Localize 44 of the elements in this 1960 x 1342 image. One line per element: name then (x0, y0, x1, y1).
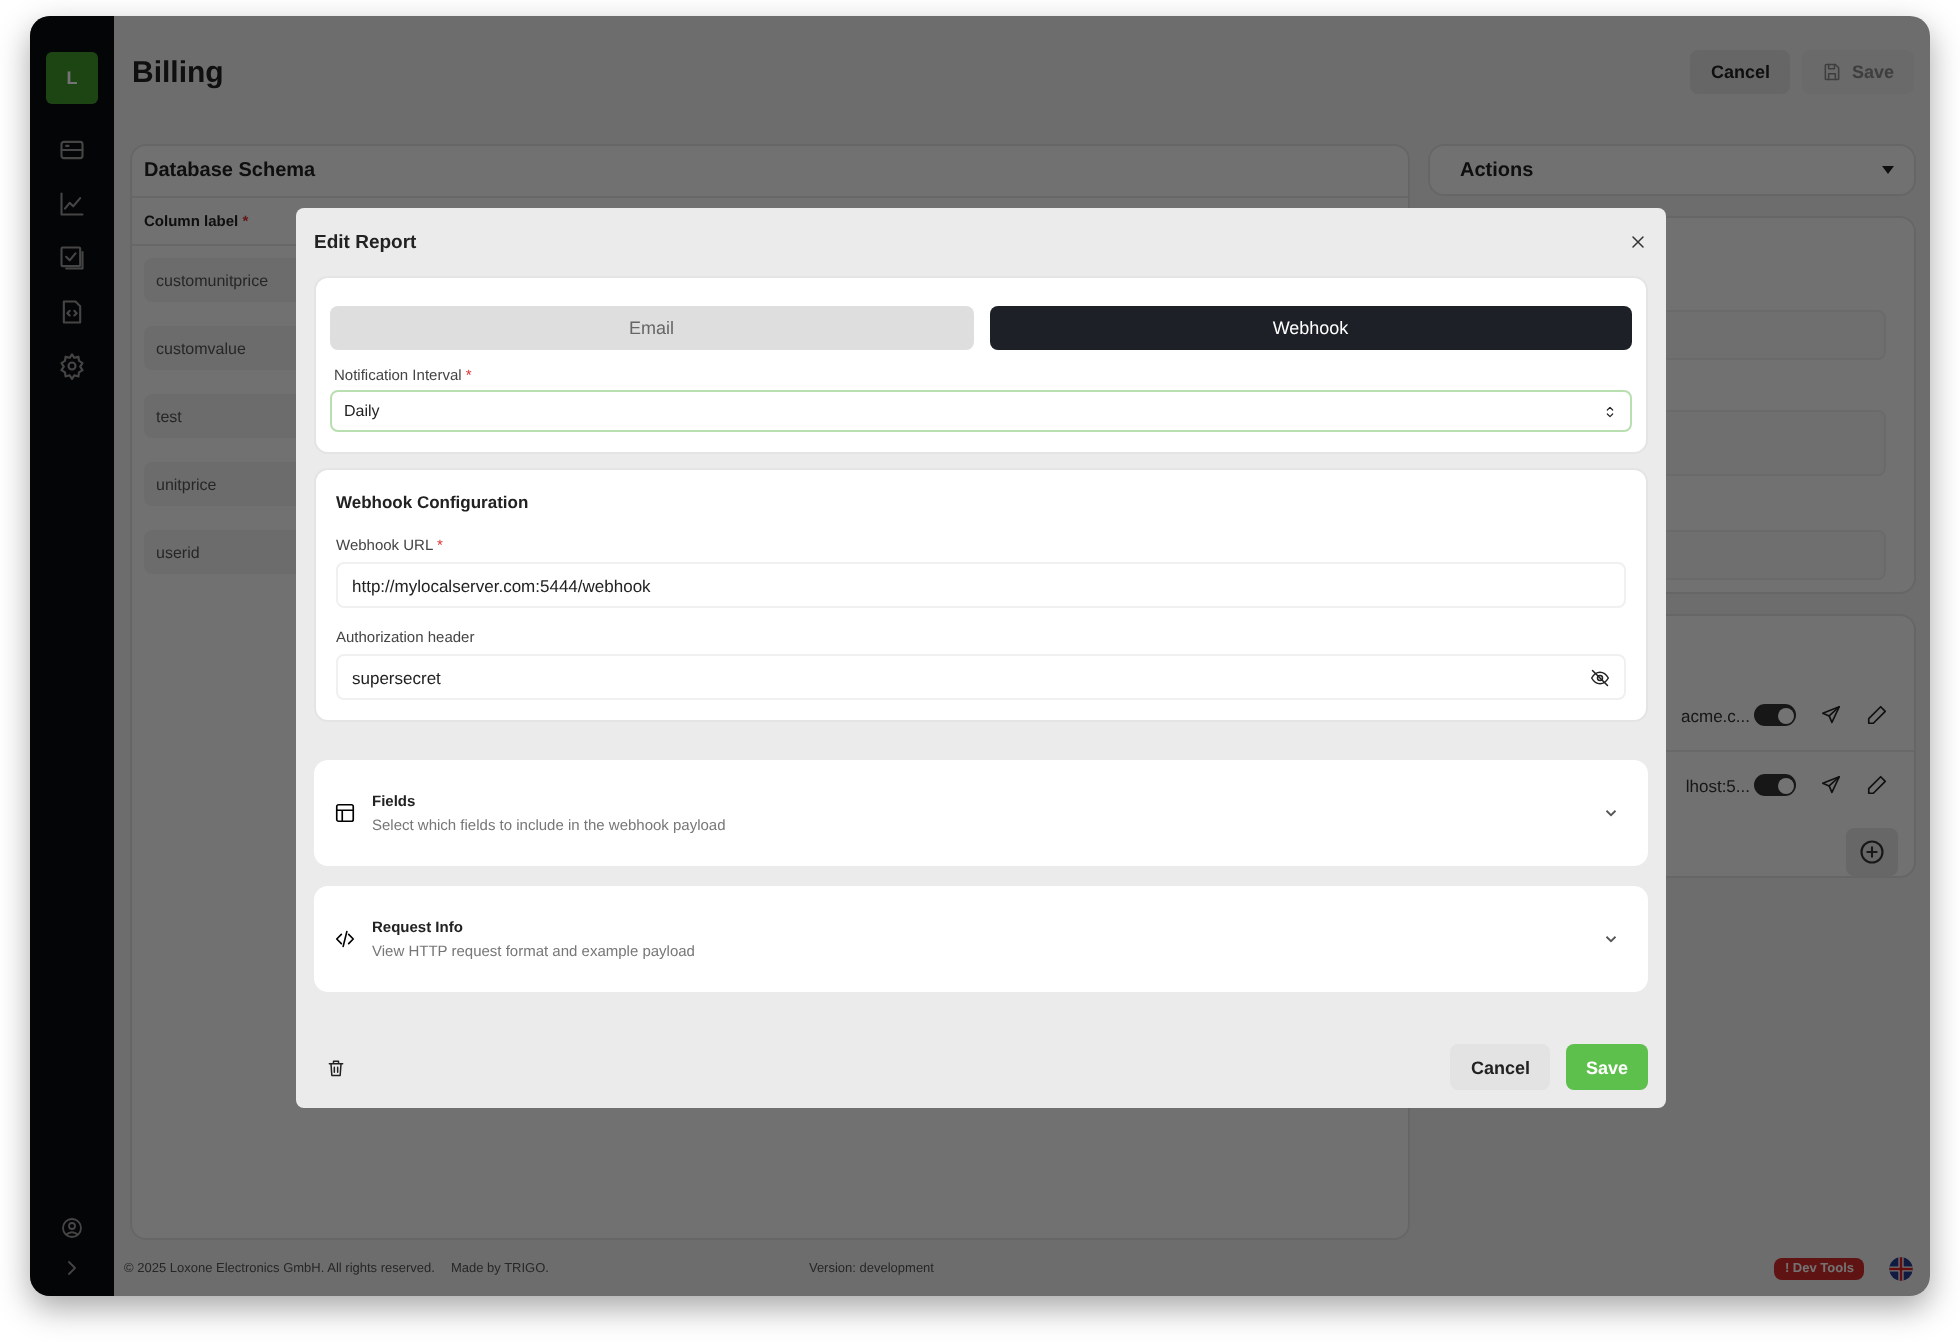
report-target: lhost:5... (1685, 775, 1750, 796)
table-icon (334, 802, 356, 824)
pencil-icon (1866, 774, 1888, 797)
dialog-title: Edit Report (314, 231, 417, 253)
auth-field[interactable]: supersecret (336, 654, 1626, 700)
close-icon (1628, 232, 1648, 252)
plus-circle-icon (1858, 836, 1886, 869)
toggle-switch[interactable] (1754, 774, 1796, 797)
cancel-button[interactable]: Cancel (1450, 1044, 1550, 1090)
interval-select[interactable]: Daily (330, 390, 1632, 432)
chevron-icon (1602, 804, 1620, 822)
actions-dropdown[interactable]: Actions (1428, 144, 1916, 196)
send-icon (1820, 774, 1842, 797)
page-title: Billing (132, 55, 224, 89)
code-file-icon (58, 298, 86, 326)
tab[interactable]: Webhook (989, 306, 1632, 350)
input-field[interactable] (1660, 530, 1886, 580)
user-icon (60, 1216, 84, 1240)
report-target: acme.c... (1681, 705, 1750, 726)
save-button[interactable]: Save (1565, 1044, 1648, 1090)
url-field[interactable]: http://mylocalserver.com:5444/webhook (336, 562, 1626, 608)
floppy-icon (1821, 62, 1842, 82)
settings-icon (58, 352, 86, 380)
pencil-icon (1866, 704, 1888, 727)
chevron-icon (1602, 930, 1620, 948)
cancel-button[interactable]: Cancel (1690, 50, 1790, 94)
caret-icon (1882, 165, 1894, 175)
checklist-icon (58, 244, 86, 272)
toggle-switch[interactable] (1754, 704, 1796, 727)
code-icon (334, 928, 356, 950)
app-logo[interactable]: L (46, 52, 98, 104)
eye-off-icon (1590, 667, 1610, 687)
input-field[interactable] (1660, 410, 1886, 476)
tab[interactable]: Email (330, 306, 973, 350)
close-button[interactable] (1628, 232, 1648, 252)
add-button[interactable] (1846, 828, 1898, 876)
chart-icon (58, 190, 86, 218)
updown-icon (1602, 403, 1618, 419)
flag-icon[interactable] (1888, 1255, 1914, 1281)
input-field[interactable] (1660, 310, 1886, 360)
send-icon (1820, 704, 1842, 727)
panel-title: Database Schema (132, 146, 1408, 198)
trash-icon (326, 1057, 346, 1077)
server-icon (58, 136, 86, 164)
